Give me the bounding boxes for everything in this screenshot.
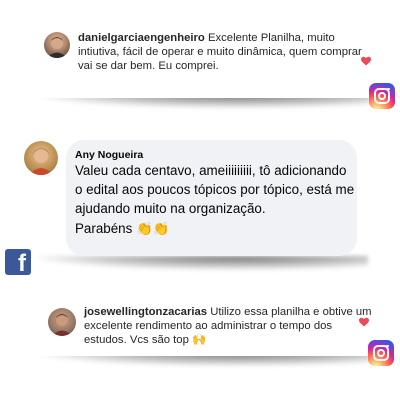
comment-username[interactable]: danielgarciaengenheiro — [78, 32, 205, 44]
comment-text: Valeu cada centavo, ameiiiiiiiii, tô adi… — [75, 161, 355, 238]
heart-icon[interactable] — [360, 55, 372, 67]
avatar — [24, 141, 58, 175]
comment-username[interactable]: Any Nogueira — [75, 149, 143, 161]
comment-text: josewellingtonzacarias Utilizo essa plan… — [84, 306, 374, 347]
avatar — [44, 32, 70, 58]
comment-closing: Parabéns 👏👏 — [75, 220, 170, 236]
instagram-logo-icon — [369, 83, 395, 109]
instagram-comment-card: josewellingtonzacarias Utilizo essa plan… — [36, 300, 386, 356]
comment-text: danielgarciaengenheiro Excelente Planilh… — [78, 32, 368, 73]
instagram-comment-card: danielgarciaengenheiro Excelente Planilh… — [32, 22, 384, 98]
instagram-logo-icon — [368, 340, 394, 366]
card-shadow — [38, 256, 368, 270]
facebook-logo-icon: f — [5, 249, 31, 277]
comment-body: Valeu cada centavo, ameiiiiiiiii, tô adi… — [75, 163, 355, 217]
heart-icon[interactable] — [358, 316, 370, 328]
avatar — [48, 308, 76, 336]
comment-username[interactable]: josewellingtonzacarias — [84, 306, 207, 318]
